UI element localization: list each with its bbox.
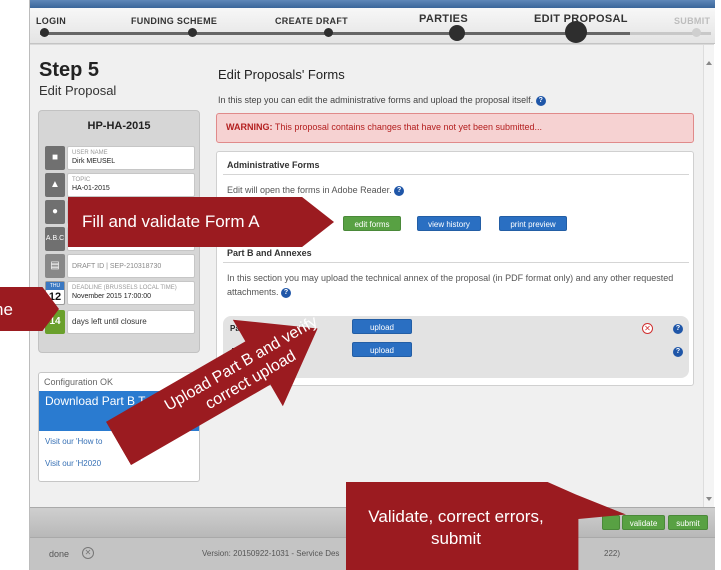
draft-id: DRAFT ID | SEP-210318730 [72,263,162,270]
topic-label: TOPIC [72,177,91,183]
bulb-icon: ● [45,200,65,224]
help-icon[interactable]: ? [394,185,405,196]
deadline-dow: THU [46,282,64,290]
warning-banner: WARNING: This proposal contains changes … [216,113,694,143]
annotation-validate-submit: Validate, correct errors, submit [346,482,626,570]
progress-line [40,32,711,35]
partb-desc: In this section you may upload the techn… [227,271,687,299]
draft-id-row: ▤ DRAFT ID | SEP-210318730 [45,254,195,278]
deadline-row: THU 12 DEADLINE (Brussels Local Time) No… [45,281,195,305]
wizard-steps: LOGIN FUNDING SCHEME CREATE DRAFT PARTIE… [30,8,715,44]
deadline-value: November 2015 17:00:00 [72,293,151,300]
warning-prefix: WARNING: [226,122,273,132]
annotation-fill-form-text: Fill and validate Form A [82,212,260,231]
print-preview-button[interactable]: print preview [499,216,567,231]
admin-forms-desc-text: Edit will open the forms in Adobe Reader… [227,185,392,195]
view-history-button[interactable]: view history [417,216,481,231]
deadline-label: DEADLINE (Brussels Local Time) [72,285,177,291]
scrollbar[interactable] [703,45,714,507]
annotation-upload-partb: Upload Part B and verify correct upload [103,336,329,432]
step-dot-submit [692,28,701,37]
proposal-acronym: HP-HA-2015 [87,120,151,132]
visit-h2020-link[interactable]: Visit our 'H2020 [45,459,101,468]
step-dot-parties [449,25,465,41]
abc-icon: A.B.C [45,227,65,251]
admin-forms-desc: Edit will open the forms in Adobe Reader… [227,183,405,197]
user-label: USER NAME [72,150,108,156]
step-submit: SUBMIT [674,16,711,26]
step-dot-draft [324,28,333,37]
step-parties[interactable]: PARTIES [419,13,468,25]
topic-row: ▲ TOPIC HA-01-2015 [45,173,195,197]
partb-upload-button[interactable]: upload [352,319,412,334]
warning-text: This proposal contains changes that have… [274,122,543,132]
help-icon[interactable]: ? [281,287,292,298]
annotation-validate-submit-text: Validate, correct errors, submit [368,507,544,548]
page-description: In this step you can edit the administra… [218,95,546,106]
days-left-row: 14 days left until closure [45,310,195,334]
step-title: Step 5 [39,59,100,81]
user-value: Dirk MEUSEL [72,158,116,165]
page-description-text: In this step you can edit the administra… [218,95,534,105]
step-dot-edit-proposal [565,21,587,43]
help-icon[interactable]: ? [673,347,683,357]
step-create-draft[interactable]: CREATE DRAFT [275,16,348,26]
divider [223,262,689,263]
divider [223,174,689,175]
id-card-icon: ▤ [45,254,65,278]
edit-forms-button[interactable]: edit forms [343,216,401,231]
submit-button[interactable]: submit [668,515,708,530]
user-row: ■ USER NAME Dirk MEUSEL [45,146,195,170]
user-icon: ■ [45,146,65,170]
admin-forms-title: Administrative Forms [227,160,320,170]
page-title: Edit Proposals' Forms [218,67,345,82]
help-icon[interactable]: ? [673,324,683,334]
annotation-left-fragment-text: ne [0,300,13,319]
status-done: done [49,549,70,559]
remove-icon[interactable]: ✕ [642,323,653,334]
help-icon[interactable]: ? [535,95,546,106]
step-funding-scheme[interactable]: FUNDING SCHEME [131,16,217,26]
annex-upload-button[interactable]: upload [352,342,412,357]
step-subtitle: Edit Proposal [39,83,117,98]
annotation-fill-form: Fill and validate Form A [68,197,334,247]
window-topbar [30,0,715,8]
partb-title: Part B and Annexes [227,248,312,258]
partb-desc-text: In this section you may upload the techn… [227,273,674,297]
close-icon[interactable]: ✕ [82,547,94,559]
status-version: Version: 20150922-1031 - Service Des [202,549,340,558]
days-left-text: days left until closure [72,317,147,326]
topic-icon: ▲ [45,173,65,197]
topic-value: HA-01-2015 [72,185,110,192]
visit-how-to-link[interactable]: Visit our 'How to [45,437,102,446]
step-dot-login [40,28,49,37]
step-dot-funding [188,28,197,37]
step-login[interactable]: LOGIN [36,16,66,26]
validate-button[interactable]: validate [622,515,665,530]
